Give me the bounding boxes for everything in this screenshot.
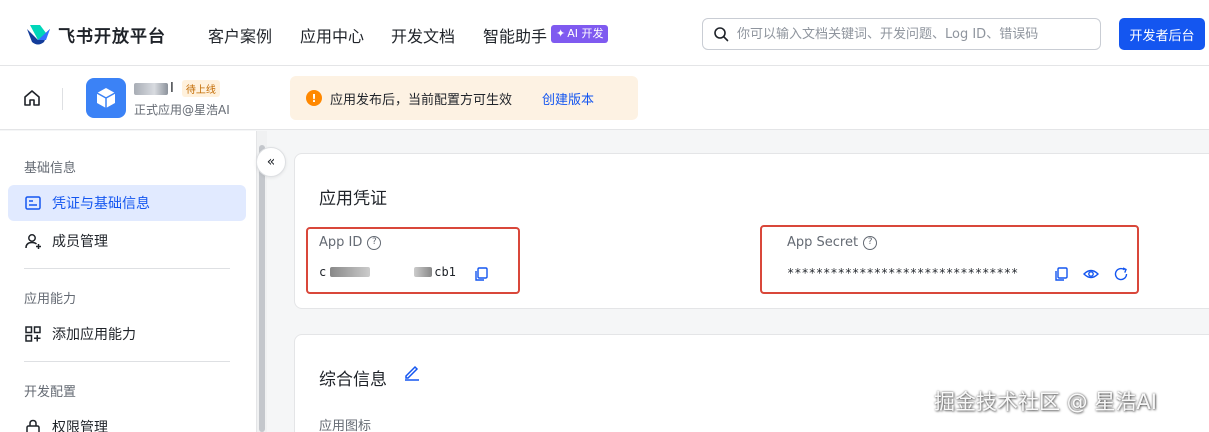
brand-logo[interactable]: 飞书开放平台 [24, 20, 166, 48]
app-icon-label: 应用图标 [319, 419, 372, 432]
search-box[interactable] [702, 18, 1101, 50]
lock-icon [26, 419, 40, 432]
sidebar-item-permissions[interactable]: 权限管理 [8, 409, 246, 432]
app-name-row: I 待上线 [134, 80, 220, 97]
brand-name: 飞书开放平台 [58, 26, 166, 47]
app-name-redacted [134, 82, 168, 95]
sidebar: 基础信息 凭证与基础信息 成员管理 应用能力 添加应用能力 开发配置 权限管理 [0, 131, 257, 432]
create-version-link[interactable]: 创建版本 [542, 89, 594, 108]
credential-card-icon [25, 196, 41, 210]
sidebar-group-basic: 基础信息 [24, 161, 77, 176]
nav-docs[interactable]: 开发文档 [391, 23, 455, 47]
sidebar-item-label: 成员管理 [52, 234, 108, 250]
feishu-logo-icon [27, 25, 50, 45]
sparkle-icon: ✦ [556, 27, 566, 40]
sidebar-scroll-thumb[interactable] [259, 145, 265, 432]
general-info-title: 综合信息 [319, 370, 387, 390]
app-bar: I 待上线 正式应用@星浩AI ! 应用发布后，当前配置方可生效 创建版本 [0, 66, 1209, 130]
ai-dev-badge[interactable]: ✦ AI 开发 [551, 25, 609, 43]
double-chevron-left-icon: « [266, 154, 276, 170]
credentials-card: 应用凭证 App ID ? c cb1 App Secret ? *******… [294, 153, 1209, 309]
highlight-box [306, 227, 520, 294]
general-info-card: 综合信息 应用图标 [294, 334, 1209, 432]
divider [24, 361, 230, 362]
publish-notice: ! 应用发布后，当前配置方可生效 创建版本 [290, 76, 638, 120]
notice-text: 应用发布后，当前配置方可生效 [330, 92, 513, 108]
highlight-box [760, 225, 1139, 294]
search-icon [714, 27, 729, 42]
cube-icon [96, 88, 116, 108]
status-badge: 待上线 [181, 80, 220, 97]
watermark: 掘金技术社区 @ 星浩AI [934, 390, 1157, 414]
sidebar-item-label: 权限管理 [52, 420, 108, 432]
edit-pencil-icon[interactable] [403, 363, 421, 381]
app-name: I [170, 81, 174, 96]
app-subtitle: 正式应用@星浩AI [134, 103, 230, 117]
sidebar-group-capabilities: 应用能力 [24, 292, 77, 307]
app-avatar [86, 78, 126, 118]
sidebar-item-members[interactable]: 成员管理 [8, 223, 246, 259]
search-input[interactable] [737, 26, 1077, 42]
apps-add-icon [25, 326, 41, 342]
developer-console-button[interactable]: 开发者后台 [1119, 18, 1205, 50]
nav-app-center[interactable]: 应用中心 [300, 23, 364, 47]
sidebar-item-credentials[interactable]: 凭证与基础信息 [8, 185, 246, 221]
collapse-sidebar-button[interactable]: « [256, 147, 286, 177]
warning-icon: ! [306, 90, 322, 106]
sidebar-group-dev-config: 开发配置 [24, 385, 77, 400]
top-nav: 飞书开放平台 客户案例 应用中心 开发文档 智能助手 ✦ AI 开发 开发者后台 [0, 0, 1209, 66]
divider [24, 268, 230, 269]
divider [62, 88, 63, 110]
nav-assistant[interactable]: 智能助手 [483, 23, 547, 47]
nav-customer-cases[interactable]: 客户案例 [208, 23, 272, 47]
ai-badge-label: AI 开发 [567, 27, 604, 40]
home-icon[interactable] [22, 88, 42, 108]
sidebar-item-add-capability[interactable]: 添加应用能力 [8, 316, 246, 352]
user-icon [25, 234, 41, 249]
credentials-title: 应用凭证 [319, 189, 387, 209]
sidebar-item-label: 添加应用能力 [52, 327, 136, 343]
sidebar-item-label: 凭证与基础信息 [52, 196, 150, 212]
